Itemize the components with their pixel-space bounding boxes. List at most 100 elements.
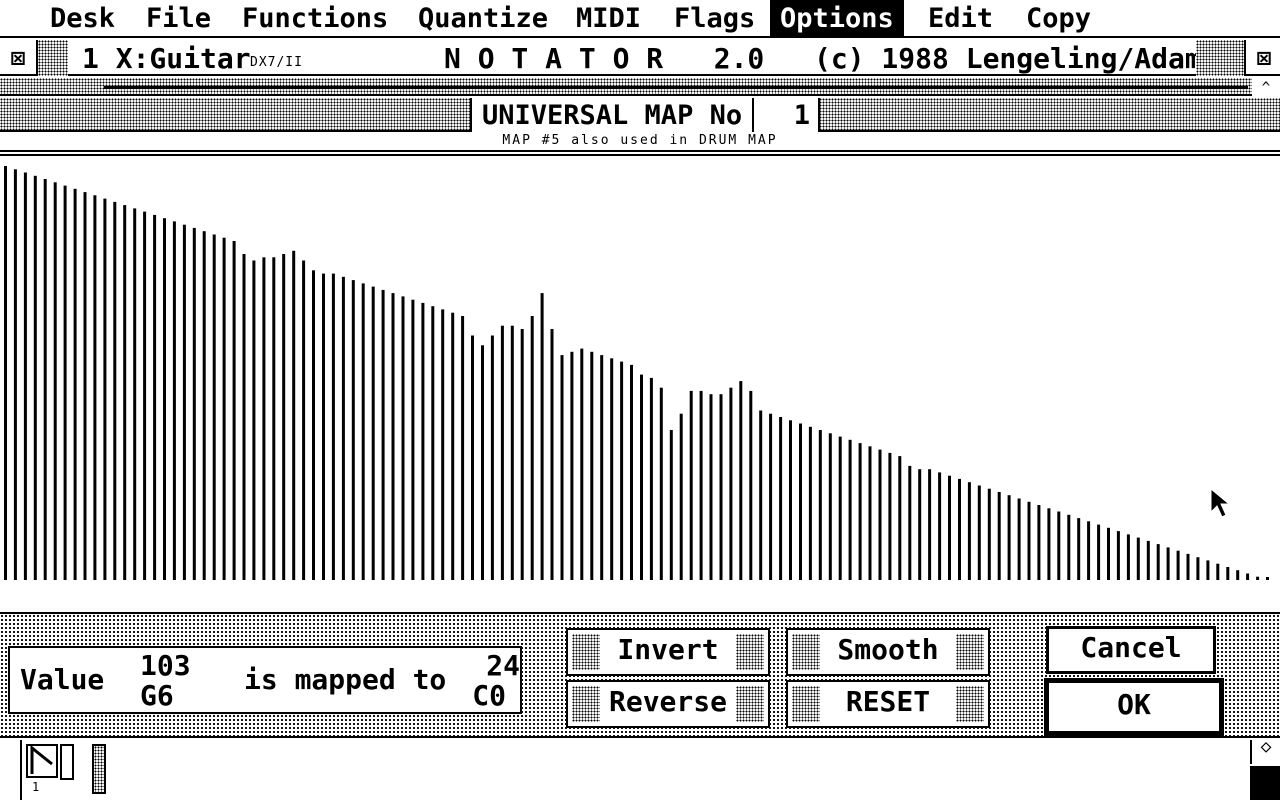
map-bar[interactable] <box>858 443 862 580</box>
map-bar[interactable] <box>1176 550 1180 580</box>
map-bar[interactable] <box>799 423 802 581</box>
map-bar[interactable] <box>481 345 484 580</box>
map-bar[interactable] <box>53 182 57 581</box>
invert-button[interactable]: Invert <box>566 628 770 676</box>
map-bar[interactable] <box>967 482 971 580</box>
map-bar[interactable] <box>23 172 27 581</box>
map-bar[interactable] <box>1256 576 1260 580</box>
map-bar[interactable] <box>441 309 445 580</box>
map-bar[interactable] <box>570 351 574 580</box>
map-bar[interactable] <box>1087 521 1091 580</box>
map-bar[interactable] <box>779 417 783 580</box>
map-bar[interactable] <box>878 449 882 580</box>
map-bar[interactable] <box>808 426 812 580</box>
map-bar[interactable] <box>1107 527 1110 580</box>
map-bar[interactable] <box>540 293 544 580</box>
fuller-icon[interactable]: ⊠ <box>1244 40 1280 76</box>
map-bar[interactable] <box>461 316 465 580</box>
map-bar[interactable] <box>322 273 325 580</box>
map-bar[interactable] <box>818 430 822 580</box>
map-bar[interactable] <box>282 254 286 580</box>
menu-edit[interactable]: Edit <box>918 0 1003 38</box>
map-bar[interactable] <box>1136 537 1140 580</box>
map-bar[interactable] <box>1216 563 1220 580</box>
map-bar[interactable] <box>272 257 276 580</box>
map-bar[interactable] <box>371 286 375 580</box>
map-bar[interactable] <box>292 250 296 581</box>
map-bar[interactable] <box>828 433 832 580</box>
map-bar[interactable] <box>1037 505 1041 580</box>
map-bar[interactable] <box>689 390 693 580</box>
map-bar[interactable] <box>1057 511 1061 581</box>
map-bar[interactable] <box>302 260 306 581</box>
map-bar[interactable] <box>769 413 773 580</box>
map-bar[interactable] <box>13 169 17 581</box>
map-bar[interactable] <box>709 394 713 580</box>
map-bar[interactable] <box>202 231 206 580</box>
menu-options[interactable]: Options <box>770 0 904 38</box>
map-bar[interactable] <box>431 306 435 580</box>
map-bar[interactable] <box>421 302 425 580</box>
map-bar[interactable] <box>182 224 186 580</box>
map-bar[interactable] <box>530 316 534 580</box>
cancel-button[interactable]: Cancel <box>1046 626 1216 674</box>
map-bar[interactable] <box>590 351 594 580</box>
map-bar[interactable] <box>93 195 97 581</box>
map-bar[interactable] <box>1186 553 1190 580</box>
map-bar[interactable] <box>312 270 315 580</box>
map-bar[interactable] <box>1017 498 1021 581</box>
map-bar[interactable] <box>649 377 653 580</box>
map-bar[interactable] <box>1266 577 1269 580</box>
map-bar[interactable] <box>789 420 792 580</box>
map-bar[interactable] <box>451 312 455 580</box>
map-bar[interactable] <box>520 329 524 580</box>
map-bar[interactable] <box>500 325 504 580</box>
map-bar[interactable] <box>1126 534 1130 580</box>
reset-button[interactable]: RESET <box>786 680 990 728</box>
map-bar[interactable] <box>560 355 564 580</box>
map-bar[interactable] <box>1077 518 1081 580</box>
map-number[interactable]: 1 <box>752 98 810 134</box>
map-bar[interactable] <box>192 227 196 580</box>
map-bar[interactable] <box>232 241 236 580</box>
map-bar[interactable] <box>620 361 624 580</box>
map-bar[interactable] <box>699 390 703 580</box>
menu-file[interactable]: File <box>136 0 221 38</box>
map-bar[interactable] <box>640 374 643 580</box>
reverse-button[interactable]: Reverse <box>566 680 770 728</box>
map-bar[interactable] <box>1146 540 1150 580</box>
map-bar[interactable] <box>1156 544 1160 580</box>
map-bar[interactable] <box>918 469 922 580</box>
map-bar[interactable] <box>868 446 872 580</box>
map-bar[interactable] <box>471 335 474 581</box>
map-bar[interactable] <box>73 188 77 581</box>
map-bar[interactable] <box>550 329 554 580</box>
map-bar[interactable] <box>163 218 166 580</box>
map-bar[interactable] <box>600 355 604 580</box>
menu-copy[interactable]: Copy <box>1016 0 1101 38</box>
map-bar[interactable] <box>759 410 763 581</box>
map-bar[interactable] <box>1097 524 1101 580</box>
map-bar[interactable] <box>33 175 37 581</box>
map-bar[interactable] <box>1067 514 1071 580</box>
map-bar[interactable] <box>928 469 932 580</box>
scroll-up-icon[interactable]: ^ <box>1252 78 1280 96</box>
map-bar[interactable] <box>610 358 614 580</box>
map-bar[interactable] <box>948 475 951 580</box>
map-bar[interactable] <box>113 201 117 580</box>
map-bar[interactable] <box>1206 560 1210 580</box>
map-bar[interactable] <box>1166 547 1170 580</box>
map-bar[interactable] <box>133 208 137 580</box>
menu-flags[interactable]: Flags <box>664 0 765 38</box>
map-bar[interactable] <box>908 465 912 580</box>
map-bar[interactable] <box>222 237 226 580</box>
note-icon[interactable] <box>26 744 58 778</box>
map-bar[interactable] <box>679 413 683 580</box>
map-bar[interactable] <box>729 387 733 580</box>
map-bar[interactable] <box>958 478 961 580</box>
map-bar[interactable] <box>341 276 345 580</box>
map-bar[interactable] <box>719 394 723 580</box>
map-bar[interactable] <box>351 280 355 580</box>
map-bar[interactable] <box>331 273 335 580</box>
map-bar[interactable] <box>4 166 7 580</box>
